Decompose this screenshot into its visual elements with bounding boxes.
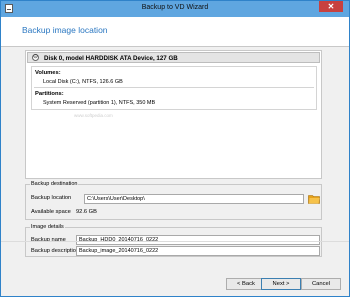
backup-name-input[interactable]: Backup_HDD0_20140716_0222 — [76, 235, 320, 245]
title-bar[interactable]: Backup to VD Wizard ✕ — [1, 1, 349, 17]
backup-location-label: Backup location — [31, 195, 72, 201]
backup-name-label: Backup name — [31, 237, 66, 243]
next-button[interactable]: Next > — [261, 278, 301, 290]
backup-description-input[interactable]: Backup_image_20140716_0222 — [76, 246, 320, 256]
collapse-icon[interactable]: ⊖ — [32, 54, 39, 61]
partition-item[interactable]: System Reserved (partition 1), NTFS, 350… — [43, 100, 155, 106]
volumes-label: Volumes: — [35, 70, 61, 76]
watermark: www.softpedia.com — [74, 113, 113, 118]
wizard-content: ⊖ Disk 0, model HARDDISK ATA Device, 127… — [1, 47, 349, 257]
disk-panel: ⊖ Disk 0, model HARDDISK ATA Device, 127… — [25, 50, 322, 179]
group-label: Image details — [30, 224, 65, 230]
backup-location-input[interactable]: C:\Users\User\Desktop\ — [84, 194, 304, 204]
backup-description-label: Backup description — [31, 248, 80, 254]
image-details-group: Image details Backup name Backup_HDD0_20… — [25, 224, 322, 257]
disk-name: Disk 0, model HARDDISK ATA Device, 127 G… — [44, 54, 178, 62]
disk-details-list: Volumes: Local Disk (C:), NTFS, 126.6 GB… — [31, 66, 317, 110]
available-space-label: Available space — [31, 209, 71, 215]
back-button[interactable]: < Back — [226, 278, 266, 290]
available-space-value: 92.6 GB — [76, 209, 97, 215]
footer-divider — [1, 241, 349, 242]
divider — [34, 87, 314, 88]
group-label: Backup destination — [30, 181, 79, 187]
page-title: Backup image location — [22, 25, 108, 35]
folder-icon[interactable] — [308, 194, 320, 204]
cancel-button[interactable]: Cancel — [301, 278, 341, 290]
volume-item[interactable]: Local Disk (C:), NTFS, 126.6 GB — [43, 79, 123, 85]
wizard-header: Backup image location — [1, 17, 349, 47]
partitions-label: Partitions: — [35, 91, 64, 97]
close-icon: ✕ — [327, 2, 335, 11]
close-button[interactable]: ✕ — [319, 1, 343, 12]
window-title: Backup to VD Wizard — [141, 4, 209, 11]
wizard-window: Backup to VD Wizard ✕ Backup image locat… — [0, 0, 350, 297]
disk-row[interactable]: ⊖ Disk 0, model HARDDISK ATA Device, 127… — [27, 52, 320, 63]
backup-destination-group: Backup destination Backup location C:\Us… — [25, 181, 322, 220]
